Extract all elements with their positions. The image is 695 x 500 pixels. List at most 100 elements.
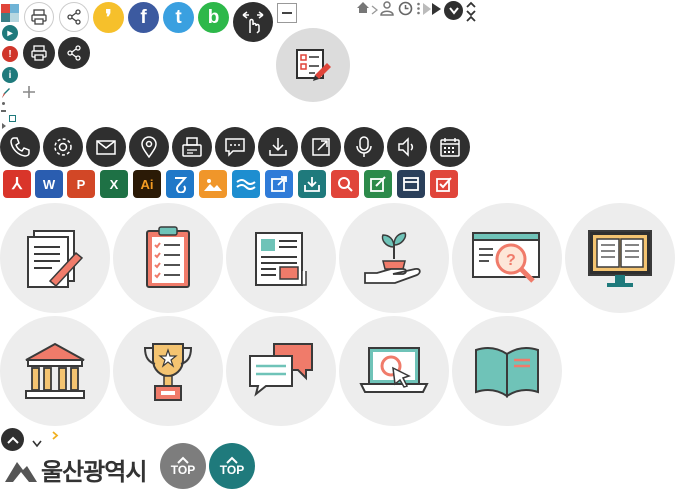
band-button[interactable]: b bbox=[198, 2, 229, 33]
edit-pencil-icon[interactable] bbox=[1, 86, 11, 98]
share-icon bbox=[67, 9, 81, 25]
expand-down-button[interactable] bbox=[444, 1, 463, 20]
twitter-button[interactable]: t bbox=[163, 2, 194, 33]
download-icon bbox=[269, 138, 287, 156]
twitter-icon: t bbox=[175, 6, 182, 28]
info-icon: i bbox=[2, 67, 18, 83]
pdf-file-icon[interactable]: ⅄ bbox=[3, 170, 31, 198]
survey-button[interactable] bbox=[276, 28, 350, 102]
facebook-button[interactable]: f bbox=[128, 2, 159, 33]
calendar-icon bbox=[440, 138, 460, 157]
chevron-up-icon bbox=[6, 436, 19, 444]
voice-button[interactable] bbox=[344, 127, 384, 167]
dash-icon bbox=[1, 110, 6, 112]
print-dark-button[interactable] bbox=[23, 37, 55, 69]
clipboard-checklist-icon[interactable] bbox=[113, 203, 223, 313]
band-icon: b bbox=[207, 6, 220, 28]
microphone-icon bbox=[356, 136, 372, 157]
download-tray-icon[interactable] bbox=[298, 170, 326, 198]
location-button[interactable] bbox=[129, 127, 169, 167]
alert-icon: ! bbox=[2, 46, 18, 62]
touch-swipe-button[interactable] bbox=[233, 2, 273, 42]
print-button[interactable] bbox=[24, 2, 54, 32]
play-triangle-gray-icon[interactable] bbox=[423, 2, 431, 15]
chat-bubble-icon bbox=[225, 138, 245, 157]
window-square-icon[interactable] bbox=[397, 170, 425, 198]
top-label: TOP bbox=[219, 463, 245, 477]
edit-square-icon[interactable] bbox=[364, 170, 392, 198]
share-dark-button[interactable] bbox=[58, 37, 90, 69]
sound-button[interactable] bbox=[387, 127, 427, 167]
print-icon bbox=[31, 45, 47, 61]
hwp-file-icon[interactable] bbox=[166, 170, 194, 198]
hand-sprout-icon[interactable] bbox=[339, 203, 449, 313]
logo-mark-icon bbox=[5, 462, 37, 482]
collapse-up-icon[interactable] bbox=[466, 0, 476, 22]
checkbox-square-icon[interactable] bbox=[430, 170, 458, 198]
open-link-icon[interactable] bbox=[265, 170, 293, 198]
more-dots-icon[interactable] bbox=[417, 2, 420, 15]
home-icon[interactable] bbox=[356, 1, 370, 14]
image-file-icon[interactable] bbox=[199, 170, 227, 198]
external-link-icon bbox=[312, 138, 330, 156]
share-button[interactable] bbox=[59, 2, 89, 32]
small-square-icon bbox=[9, 115, 16, 122]
download-button[interactable] bbox=[258, 127, 298, 167]
speaker-icon bbox=[398, 137, 414, 157]
checklist-pen-icon bbox=[296, 49, 331, 81]
scroll-up-button[interactable] bbox=[1, 428, 24, 451]
excel-file-icon[interactable]: X bbox=[100, 170, 128, 198]
back-to-top-gray-button[interactable]: TOP bbox=[160, 443, 206, 489]
plus-icon[interactable] bbox=[21, 84, 37, 100]
user-icon[interactable] bbox=[380, 1, 394, 16]
play-icon[interactable]: ▸ bbox=[2, 25, 18, 41]
phone-button[interactable] bbox=[0, 127, 40, 167]
logo-text: 울산광역시 bbox=[41, 457, 147, 486]
kakao-story-button[interactable]: ❜ bbox=[93, 2, 124, 33]
color-swatch-icon bbox=[1, 4, 19, 22]
documents-pen-icon[interactable] bbox=[0, 203, 110, 313]
top-label: TOP bbox=[170, 463, 196, 477]
ulsan-logo[interactable]: 울산광역시 bbox=[3, 454, 147, 486]
play-triangle-dark-icon[interactable] bbox=[432, 2, 441, 15]
monitor-book-icon[interactable] bbox=[565, 203, 675, 313]
facebook-icon: f bbox=[140, 6, 147, 28]
hand-swipe-icon bbox=[242, 11, 264, 34]
fax-icon bbox=[182, 137, 202, 157]
kakao-icon: ❜ bbox=[105, 7, 112, 29]
minus-icon bbox=[282, 12, 292, 14]
svg-text:?: ? bbox=[506, 252, 516, 269]
settings-button[interactable] bbox=[43, 127, 83, 167]
chevron-down-icon[interactable] bbox=[32, 435, 42, 448]
minimize-button[interactable] bbox=[277, 3, 297, 23]
speech-bubbles-icon[interactable] bbox=[226, 316, 336, 426]
bullet-dot-icon bbox=[2, 102, 5, 105]
back-to-top-teal-button[interactable]: TOP bbox=[209, 443, 255, 489]
map-pin-icon bbox=[141, 136, 157, 158]
chevron-right-icon bbox=[371, 2, 379, 15]
small-arrow-icon bbox=[1, 116, 7, 129]
government-building-icon[interactable] bbox=[0, 316, 110, 426]
gear-icon bbox=[54, 138, 72, 156]
calendar-button[interactable] bbox=[430, 127, 470, 167]
trophy-icon[interactable] bbox=[113, 316, 223, 426]
email-button[interactable] bbox=[86, 127, 126, 167]
share-icon bbox=[67, 45, 81, 61]
newspaper-icon[interactable] bbox=[226, 203, 336, 313]
laptop-click-icon[interactable] bbox=[339, 316, 449, 426]
mail-icon bbox=[96, 140, 116, 155]
search-square-icon[interactable] bbox=[331, 170, 359, 198]
phone-icon bbox=[10, 137, 30, 157]
chevron-right-yellow-icon[interactable] bbox=[52, 427, 59, 440]
powerpoint-file-icon[interactable]: P bbox=[67, 170, 95, 198]
print-icon bbox=[31, 9, 47, 25]
video-file-icon[interactable] bbox=[232, 170, 260, 198]
chevron-down-icon bbox=[448, 6, 459, 15]
web-search-magnifier-icon[interactable]: ? bbox=[452, 203, 562, 313]
chat-button[interactable] bbox=[215, 127, 255, 167]
word-file-icon[interactable]: W bbox=[35, 170, 63, 198]
open-book-icon[interactable] bbox=[452, 316, 562, 426]
external-link-button[interactable] bbox=[301, 127, 341, 167]
fax-button[interactable] bbox=[172, 127, 212, 167]
illustrator-file-icon[interactable]: Ai bbox=[133, 170, 161, 198]
